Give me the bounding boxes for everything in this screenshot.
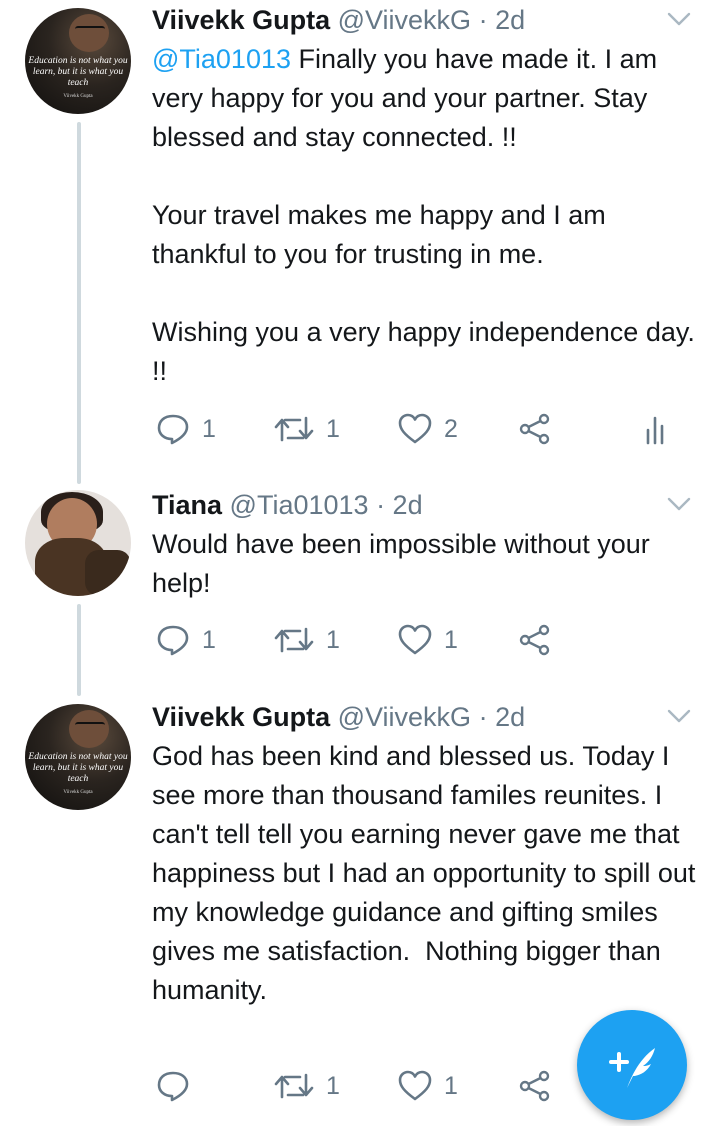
avatar-glasses (75, 26, 105, 34)
retweet-count: 1 (326, 1071, 340, 1100)
avatar-signature: Viivekk Gupta (63, 94, 93, 99)
share-icon (519, 413, 550, 445)
tweet-text: God has been kind and blessed us. Today … (152, 741, 703, 1005)
reply-button[interactable]: 1 (156, 620, 216, 660)
mention-link[interactable]: @Tia01013 (152, 44, 291, 74)
tweet-header: Tiana @Tia01013 · 2d (152, 487, 423, 523)
avatar[interactable]: Education is not what you learn, but it … (25, 704, 131, 810)
retweet-button[interactable]: 1 (274, 409, 340, 449)
tweet-actions: 1 1 1 (150, 620, 570, 660)
handle[interactable]: @Tia01013 (230, 490, 369, 520)
chevron-down-icon[interactable] (664, 701, 694, 731)
avatar-dog (85, 550, 131, 596)
handle[interactable]: @ViivekkG (338, 702, 471, 732)
analytics-icon (646, 416, 664, 445)
reply-icon (157, 625, 189, 656)
timestamp[interactable]: · 2d (376, 490, 423, 520)
compose-tweet-button[interactable] (577, 1010, 687, 1120)
chevron-down-icon[interactable] (664, 489, 694, 519)
retweet-count: 1 (326, 414, 340, 443)
compose-tweet-icon (609, 1048, 655, 1088)
display-name[interactable]: Viivekk Gupta (152, 5, 330, 35)
avatar-quote: Education is not what you learn, but it … (28, 752, 128, 784)
reply-icon (157, 414, 189, 445)
share-button[interactable] (518, 620, 552, 660)
like-icon (398, 413, 432, 444)
share-button[interactable] (518, 1066, 552, 1106)
tweet-header: Viivekk Gupta @ViivekkG · 2d (152, 699, 525, 735)
tweet-header: Viivekk Gupta @ViivekkG · 2d (152, 2, 525, 38)
display-name[interactable]: Viivekk Gupta (152, 702, 330, 732)
avatar[interactable] (25, 490, 131, 596)
tweet[interactable]: Tiana @Tia01013 · 2d Would have been imp… (0, 485, 720, 685)
avatar-signature: Viivekk Gupta (63, 790, 93, 795)
reply-icon (157, 1071, 189, 1102)
reply-button[interactable]: 1 (156, 409, 216, 449)
tweet-actions: 1 1 (150, 1066, 570, 1106)
retweet-button[interactable]: 1 (274, 620, 340, 660)
tweet[interactable]: Education is not what you learn, but it … (0, 0, 720, 475)
tweet-text: @Tia01013 Finally you have made it. I am… (152, 40, 697, 391)
like-button[interactable]: 2 (398, 409, 458, 449)
analytics-button[interactable] (644, 409, 668, 449)
share-button[interactable] (518, 409, 552, 449)
like-icon (398, 624, 432, 655)
like-button[interactable]: 1 (398, 1066, 458, 1106)
like-count: 1 (444, 625, 458, 654)
timestamp[interactable]: · 2d (479, 5, 526, 35)
tweet-text-content: Finally you have made it. I am very happ… (152, 44, 695, 386)
chevron-down-icon[interactable] (664, 4, 694, 34)
share-icon (519, 1070, 550, 1102)
like-button[interactable]: 1 (398, 620, 458, 660)
share-icon (519, 624, 550, 656)
reply-button[interactable] (156, 1066, 202, 1106)
reply-count: 1 (202, 414, 216, 443)
avatar-glasses (75, 722, 105, 730)
handle[interactable]: @ViivekkG (338, 5, 471, 35)
like-count: 2 (444, 414, 458, 443)
tweet-actions: 1 1 2 (150, 409, 690, 449)
retweet-count: 1 (326, 625, 340, 654)
retweet-button[interactable]: 1 (274, 1066, 340, 1106)
like-icon (398, 1070, 432, 1101)
display-name[interactable]: Tiana (152, 490, 222, 520)
retweet-icon (274, 416, 314, 442)
retweet-icon (274, 627, 314, 653)
avatar-quote: Education is not what you learn, but it … (28, 56, 128, 88)
reply-count: 1 (202, 625, 216, 654)
like-count: 1 (444, 1071, 458, 1100)
avatar[interactable]: Education is not what you learn, but it … (25, 8, 131, 114)
tweet-text: Would have been impossible without your … (152, 529, 658, 598)
retweet-icon (274, 1073, 314, 1099)
timestamp[interactable]: · 2d (479, 702, 526, 732)
